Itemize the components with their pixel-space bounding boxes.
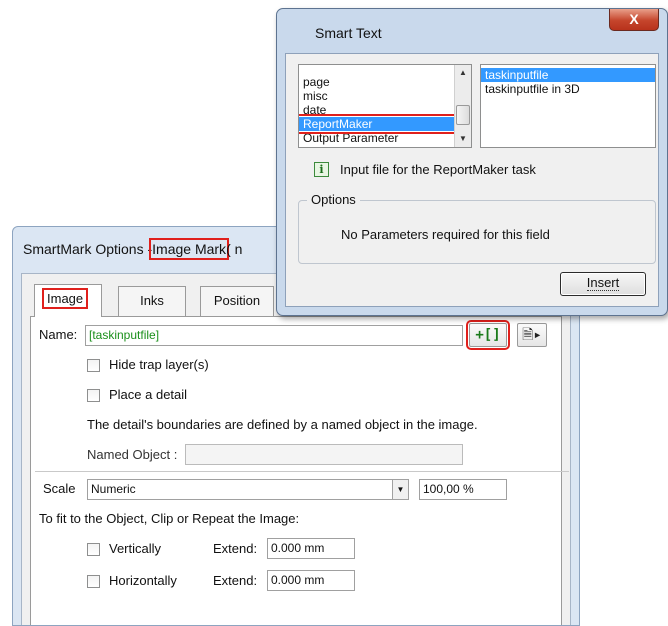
field-listbox[interactable]: taskinputfile taskinputfile in 3D	[480, 64, 656, 148]
smartmark-client-area: Image Inks Position Name: [taskinputfile…	[21, 273, 571, 625]
scale-select-value: Numeric	[91, 482, 136, 496]
close-button[interactable]: X	[609, 9, 659, 31]
insert-smart-text-button[interactable]: +[]	[466, 320, 510, 350]
scroll-down-icon[interactable]: ▼	[455, 131, 471, 147]
category-item-page[interactable]: page	[299, 75, 454, 89]
tab-position[interactable]: Position	[200, 286, 274, 316]
smart-text-client-area: page misc date ReportMaker Output Parame…	[285, 53, 659, 307]
named-object-label: Named Object :	[87, 447, 178, 462]
hide-trap-checkbox[interactable]	[87, 359, 100, 372]
category-item-misc[interactable]: misc	[299, 89, 454, 103]
scale-label: Scale	[43, 481, 76, 496]
place-detail-label: Place a detail	[109, 387, 188, 402]
named-object-field[interactable]	[185, 444, 463, 465]
tab-inks[interactable]: Inks	[118, 286, 186, 316]
hide-trap-label: Hide trap layer(s)	[109, 357, 209, 372]
options-text: No Parameters required for this field	[341, 227, 550, 242]
title-prefix: SmartMark Options -	[23, 241, 153, 257]
extend-horizontal-field[interactable]: 0.000 mm	[267, 570, 355, 591]
category-item-date[interactable]: date	[299, 103, 454, 117]
detail-info-text: The detail's boundaries are defined by a…	[87, 417, 478, 432]
extend-vertical-label: Extend:	[213, 541, 258, 556]
category-listbox[interactable]: page misc date ReportMaker Output Parame…	[298, 64, 472, 148]
tab-image[interactable]: Image	[34, 284, 102, 317]
tab-image-label: Image	[41, 288, 89, 309]
options-legend: Options	[307, 192, 360, 207]
smart-text-title: Smart Text	[315, 25, 382, 41]
chevron-down-icon[interactable]: ▼	[392, 480, 408, 499]
fit-instruction-label: To fit to the Object, Clip or Repeat the…	[39, 511, 300, 526]
scale-percent-field[interactable]: 100,00 %	[419, 479, 507, 500]
image-tab-panel: Name: [taskinputfile] +[] 🗎▸ Hide trap l…	[30, 316, 569, 625]
field-items: taskinputfile taskinputfile in 3D	[481, 65, 655, 96]
vertically-checkbox[interactable]	[87, 543, 100, 556]
close-icon: X	[629, 11, 639, 27]
scale-select[interactable]: Numeric ▼	[87, 479, 409, 500]
options-group: Options No Parameters required for this …	[298, 192, 656, 264]
name-field[interactable]: [taskinputfile]	[85, 325, 463, 346]
category-item-reportmaker[interactable]: ReportMaker	[299, 114, 457, 134]
field-item-taskinputfile[interactable]: taskinputfile	[481, 68, 655, 82]
smartmark-window-title: SmartMark Options - Image Mark ( n	[23, 238, 243, 260]
place-detail-checkbox[interactable]	[87, 389, 100, 402]
insert-button[interactable]: Insert	[560, 272, 646, 296]
document-menu-icon: 🗎▸	[522, 327, 542, 343]
extend-horizontal-label: Extend:	[213, 573, 258, 588]
category-items: page misc date ReportMaker Output Parame…	[299, 75, 457, 145]
smart-text-window: Smart Text X page misc date ReportMaker …	[276, 8, 668, 316]
divider	[35, 471, 569, 472]
extend-vertical-field[interactable]: 0.000 mm	[267, 538, 355, 559]
insert-button-label: Insert	[586, 275, 620, 291]
horizontally-label: Horizontally	[109, 573, 177, 588]
vertically-label: Vertically	[109, 541, 162, 556]
title-suffix: ( n	[226, 241, 243, 257]
scrollbar-thumb[interactable]	[456, 105, 470, 125]
field-description: Input file for the ReportMaker task	[340, 162, 536, 177]
scroll-up-icon[interactable]: ▲	[455, 65, 471, 81]
category-item-output-parameter[interactable]: Output Parameter	[299, 131, 454, 145]
field-item-taskinputfile-3d[interactable]: taskinputfile in 3D	[481, 82, 655, 96]
info-icon: i	[314, 162, 329, 177]
title-image-mark: Image Mark	[149, 238, 230, 260]
horizontally-checkbox[interactable]	[87, 575, 100, 588]
document-menu-button[interactable]: 🗎▸	[517, 323, 547, 347]
smart-text-icon: +[]	[475, 327, 501, 343]
category-scrollbar[interactable]: ▲ ▼	[454, 65, 471, 147]
name-label: Name:	[39, 327, 78, 342]
